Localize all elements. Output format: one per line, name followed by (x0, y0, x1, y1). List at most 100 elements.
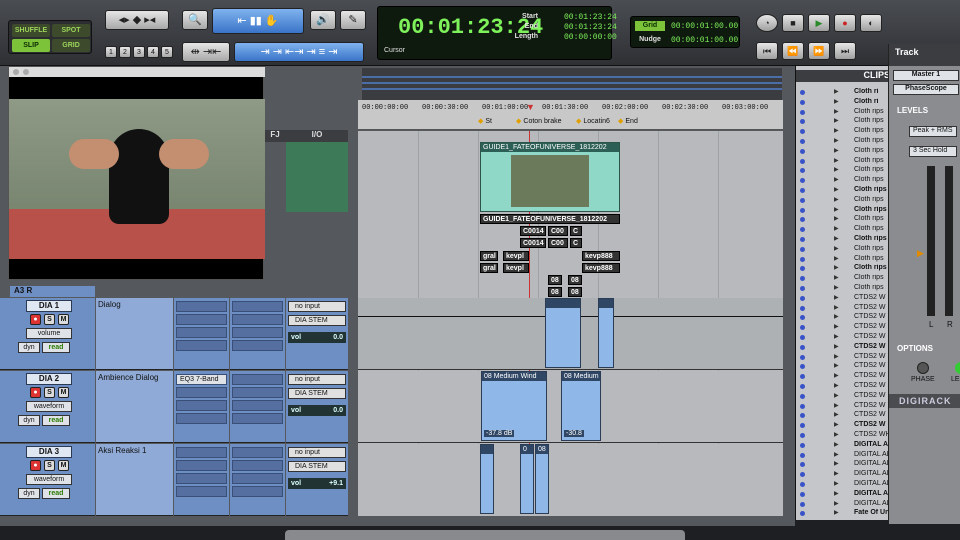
playhead-icon[interactable]: ▼ (526, 102, 535, 112)
small-clip[interactable]: kevpl (503, 263, 529, 273)
dia1-clip[interactable] (545, 298, 581, 368)
record-button[interactable]: ● (834, 14, 856, 32)
clip-list-item[interactable]: ▶CTDS2 WHOOSH Tremble (796, 431, 896, 441)
small-clip[interactable]: C0014 (520, 226, 546, 236)
disclosure-triangle-icon[interactable]: ▶ (834, 353, 839, 360)
send-slots[interactable] (230, 371, 285, 443)
disclosure-triangle-icon[interactable]: ▶ (834, 88, 839, 95)
clip-list-item[interactable]: ▶ CTDS2 W (796, 323, 896, 333)
rewind-button[interactable]: ⏪ (782, 42, 804, 60)
start-value[interactable]: 00:01:23:24 (564, 13, 617, 22)
disclosure-triangle-icon[interactable]: ▶ (834, 284, 839, 291)
small-clip[interactable]: 08 (548, 275, 562, 285)
automation-mode-selector[interactable]: read (42, 415, 70, 426)
zoom-preset-1[interactable]: 1 (105, 46, 117, 58)
insert-eq3[interactable]: EQ3 7-Band (176, 374, 227, 385)
clip-list-item[interactable]: ▶ Cloth rips (796, 206, 896, 216)
clip-list-item[interactable]: ▶ Cloth ri (796, 88, 896, 98)
clip-list-item[interactable]: ▶ CTDS2 W (796, 333, 896, 343)
disclosure-triangle-icon[interactable]: ▶ (834, 157, 839, 164)
disclosure-triangle-icon[interactable]: ▶ (834, 509, 839, 516)
volume-readout[interactable]: vol +9.1 (288, 478, 346, 489)
clip-list-item[interactable]: ▶ Cloth rips (796, 157, 896, 167)
disclosure-triangle-icon[interactable]: ▶ (834, 313, 839, 320)
disclosure-triangle-icon[interactable]: ▶ (834, 480, 839, 487)
disclosure-triangle-icon[interactable]: ▶ (834, 137, 839, 144)
send-slots[interactable] (230, 444, 285, 516)
clip-gain[interactable]: -37.8 dB (484, 430, 515, 437)
record-arm-button[interactable]: ● (30, 387, 41, 398)
zoom-preset-2[interactable]: 2 (119, 46, 131, 58)
dia3-clip[interactable] (480, 444, 494, 514)
disclosure-triangle-icon[interactable]: ▶ (834, 127, 839, 134)
clip-list-item[interactable]: ▶ Cloth ri (796, 98, 896, 108)
disclosure-triangle-icon[interactable]: ▶ (834, 470, 839, 477)
clip-list-item[interactable]: ▶ Cloth rips (796, 117, 896, 127)
slip-mode-button[interactable]: SLIP (12, 39, 50, 52)
disclosure-triangle-icon[interactable]: ▶ (834, 225, 839, 232)
clip-list-item[interactable]: ▶ Cloth rips (796, 225, 896, 235)
play-button[interactable]: ▶ (808, 14, 830, 32)
small-clip[interactable]: gral (480, 263, 498, 273)
input-selector[interactable]: no input (288, 301, 346, 312)
track-view-selector[interactable]: waveform (26, 474, 72, 485)
input-selector[interactable]: no input (288, 447, 346, 458)
automation-mode-selector[interactable]: read (42, 488, 70, 499)
record-arm-button[interactable]: ● (30, 314, 41, 325)
disclosure-triangle-icon[interactable]: ▶ (834, 392, 839, 399)
disclosure-triangle-icon[interactable]: ▶ (834, 166, 839, 173)
small-clip[interactable]: 08 (568, 287, 582, 297)
disclosure-triangle-icon[interactable]: ▶ (834, 431, 839, 438)
grid-label[interactable]: Grid (635, 21, 665, 31)
grid-value[interactable]: 00:00:01:00.00 (671, 22, 738, 31)
legend-toggle[interactable] (955, 362, 960, 374)
insert-slots[interactable]: EQ3 7-Band (174, 371, 229, 443)
clip-list-item[interactable]: ▶ CTDS2 W (796, 304, 896, 314)
clip-list-item[interactable]: ▶ CTDS2 W (796, 421, 896, 431)
clips-list[interactable]: CLIPS ▶ Cloth ri ▶ Cloth ri ▶ Cloth rips ▶ Clot… (795, 66, 896, 520)
speaker-icon[interactable]: 🔊 (310, 10, 336, 30)
clip-list-item[interactable]: ▶ CTDS2 W (796, 392, 896, 402)
disclosure-triangle-icon[interactable]: ▶ (834, 323, 839, 330)
online-button[interactable]: ◐ (860, 14, 882, 32)
disclosure-triangle-icon[interactable]: ▶ (834, 490, 839, 497)
clip-list-item[interactable]: ▶ Cloth rips (796, 264, 896, 274)
video-window[interactable] (8, 66, 265, 280)
clip-list-item[interactable]: ▶ Cloth rips (796, 137, 896, 147)
timecode-ruler[interactable]: 00:00:00:00 00:00:30:00 00:01:00:00 00:0… (358, 100, 783, 130)
end-value[interactable]: 00:01:23:24 (564, 23, 617, 32)
dia3-lane[interactable] (358, 444, 783, 516)
disclosure-triangle-icon[interactable]: ▶ (834, 108, 839, 115)
track-selector[interactable]: Master 1 (893, 70, 959, 81)
clip-list-item[interactable]: ▶DIGITAL ALARM CLOCK - (796, 490, 896, 500)
zoom-preset-4[interactable]: 4 (147, 46, 159, 58)
small-clip[interactable]: gral (480, 251, 498, 261)
disclosure-triangle-icon[interactable]: ▶ (834, 235, 839, 242)
dia3-clip[interactable]: 08 (535, 444, 549, 514)
marker-location6[interactable]: Locatin6 (576, 117, 609, 125)
output-selector[interactable]: DIA STEM (288, 461, 346, 472)
spot-mode-button[interactable]: SPOT (52, 24, 90, 37)
disclosure-triangle-icon[interactable]: ▶ (834, 343, 839, 350)
disclosure-triangle-icon[interactable]: ▶ (834, 245, 839, 252)
nudge-tools[interactable]: ⇹ ⇥⇤ (182, 42, 230, 62)
go-to-end-button[interactable]: ⏭ (834, 42, 856, 60)
disclosure-triangle-icon[interactable]: ▶ (834, 362, 839, 369)
clip-list-item[interactable]: ▶DIGITAL ALARM CLOCK -C (796, 470, 896, 480)
dyn-selector[interactable]: dyn (18, 415, 40, 426)
main-counter[interactable]: 00:01:23:24 Start 00:01:23:24 End 00:01:… (377, 6, 617, 60)
track-plugin-window[interactable]: Track Master 1 PhaseScope LEVELS Peak + … (888, 44, 960, 524)
insert-slots[interactable] (174, 444, 229, 516)
record-arm-button[interactable]: ● (30, 460, 41, 471)
disclosure-triangle-icon[interactable]: ▶ (834, 421, 839, 428)
marker-end[interactable]: End (618, 117, 637, 125)
send-slots[interactable] (230, 298, 285, 370)
dia2-clip-wind[interactable]: 08 Medium Wind -37.8 dB (481, 371, 547, 441)
small-clip[interactable]: kevp888 (582, 263, 620, 273)
solo-button[interactable]: S (44, 387, 55, 398)
clip-list-item[interactable]: ▶ Cloth rips (796, 245, 896, 255)
grid-mode-button[interactable]: GRID (52, 39, 90, 52)
disclosure-triangle-icon[interactable]: ▶ (834, 441, 839, 448)
clip-list-item[interactable]: ▶DIGITAL ALARM CLOCK -C (796, 480, 896, 490)
disclosure-triangle-icon[interactable]: ▶ (834, 117, 839, 124)
